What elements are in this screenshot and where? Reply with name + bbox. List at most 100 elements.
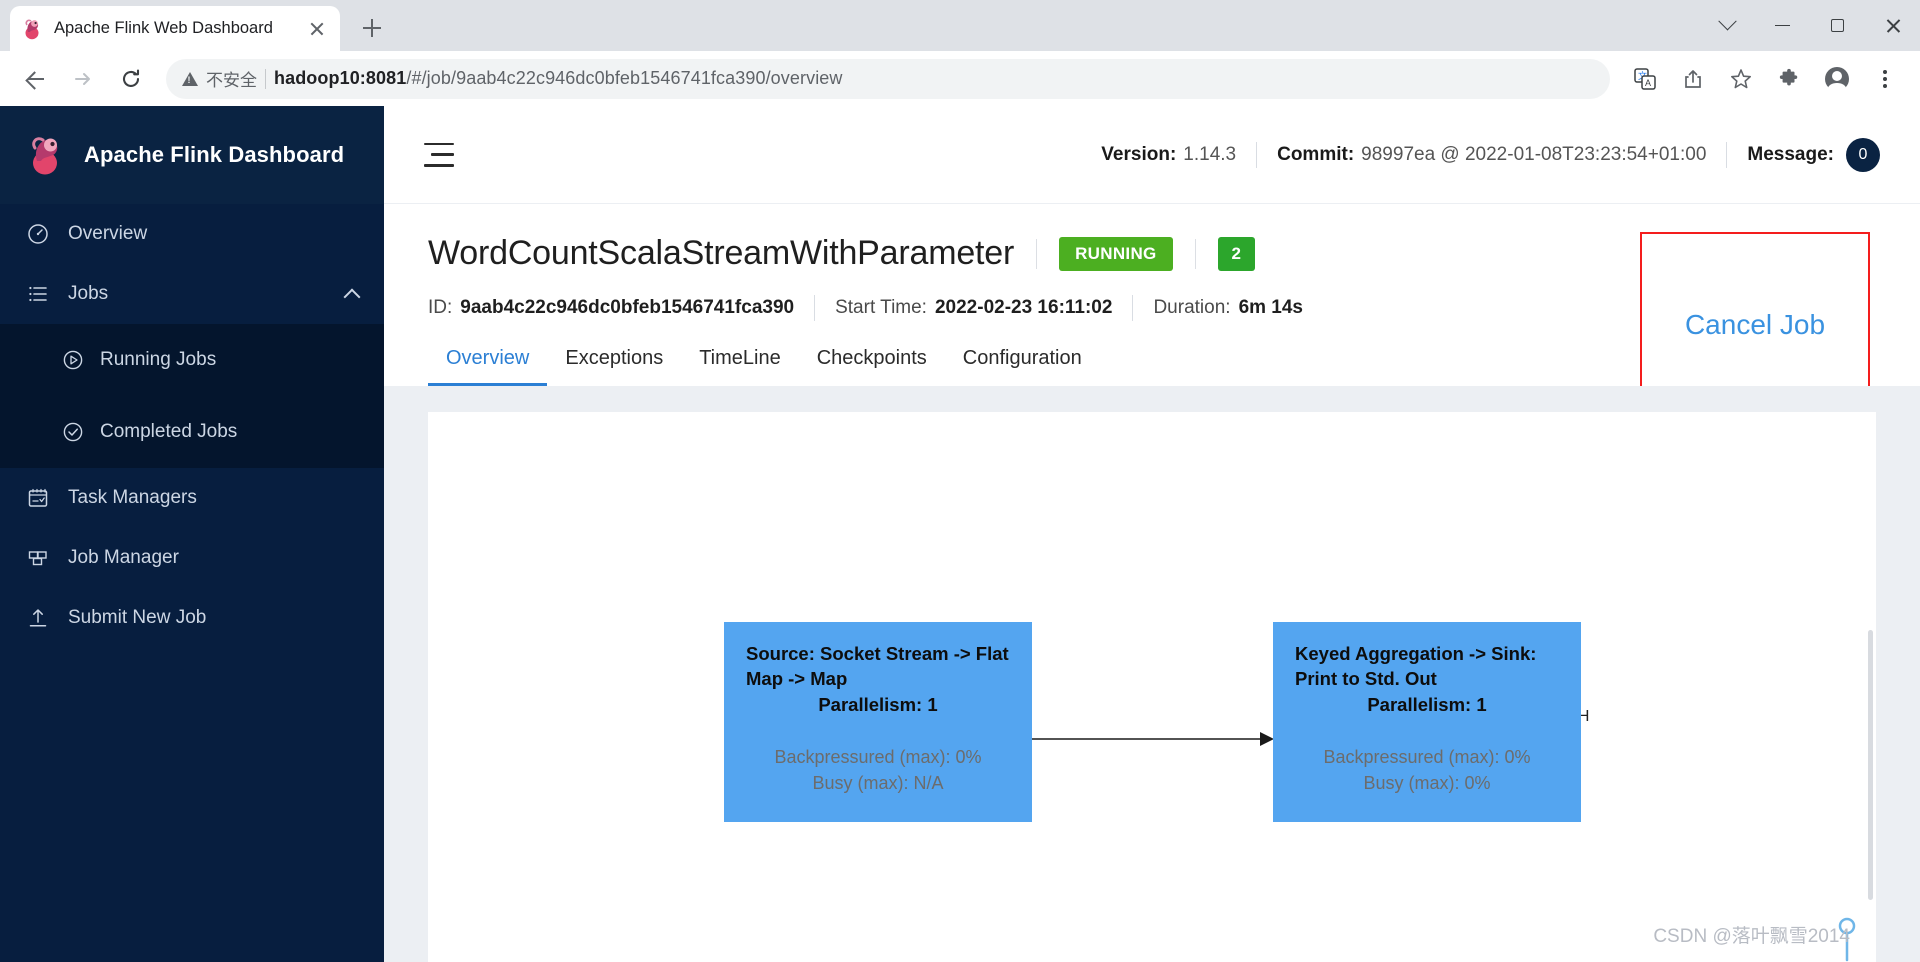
cancel-job-button[interactable]: Cancel Job <box>1685 309 1825 341</box>
translate-icon[interactable]: 文 A <box>1624 58 1666 100</box>
sidebar: Apache Flink Dashboard Overview Jobs Run… <box>0 106 384 962</box>
sidebar-item-running-jobs[interactable]: Running Jobs <box>0 324 384 396</box>
browser-toolbar: 不安全 hadoop10:8081/#/job/9aab4c22c946dc0b… <box>0 51 1920 106</box>
sidebar-item-label: Jobs <box>68 283 109 304</box>
graph-node[interactable]: Source: Socket Stream -> Flat Map -> Map… <box>724 622 1032 822</box>
new-tab-button[interactable] <box>352 8 392 48</box>
page-content: Apache Flink Dashboard Overview Jobs Run… <box>0 106 1920 962</box>
warning-triangle-icon <box>182 71 198 86</box>
sidebar-item-task-managers[interactable]: Task Managers <box>0 468 384 528</box>
message-label: Message: <box>1747 143 1834 165</box>
node-stats: Backpressured (max): 0% Busy (max): 0% <box>1295 744 1559 796</box>
calendar-check-icon <box>26 487 50 509</box>
start-time-value: 2022-02-23 16:11:02 <box>934 297 1113 318</box>
meta-divider <box>1132 295 1134 321</box>
chrome-menu-icon[interactable] <box>1864 58 1906 100</box>
sidebar-item-label: Submit New Job <box>68 607 207 628</box>
node-name: Source: Socket Stream -> Flat Map -> Map <box>746 643 1009 689</box>
bookmark-star-icon[interactable] <box>1720 58 1762 100</box>
back-arrow-icon[interactable] <box>14 58 56 100</box>
reload-icon[interactable] <box>110 58 152 100</box>
node-backpressure: Backpressured (max): 0% <box>1323 746 1531 767</box>
graph-node[interactable]: Keyed Aggregation -> Sink: Print to Std.… <box>1273 622 1581 822</box>
profile-avatar-icon[interactable] <box>1816 58 1858 100</box>
window-maximize-icon[interactable] <box>1810 0 1865 51</box>
node-busy: Busy (max): 0% <box>1363 773 1491 794</box>
graph-vertical-scrollbar[interactable] <box>1868 630 1873 900</box>
url-path: /#/job/9aab4c22c946dc0bfeb1546741fca390/… <box>406 68 843 88</box>
flink-squirrel-logo <box>26 134 68 176</box>
grid-blocks-icon <box>26 547 50 569</box>
commit-value: 98997ea @ 2022-01-08T23:23:54+01:00 <box>1361 143 1707 165</box>
status-badge: RUNNING <box>1059 236 1173 271</box>
sidebar-item-label: Overview <box>68 223 148 244</box>
job-header-panel: WordCountScalaStreamWithParameter RUNNIN… <box>384 204 1920 417</box>
window-minimize-icon[interactable] <box>1755 0 1810 51</box>
app-topbar: Version: 1.14.3 Commit: 98997ea @ 2022-0… <box>384 106 1920 204</box>
play-circle-icon <box>62 349 84 371</box>
meta-divider <box>814 295 816 321</box>
upload-icon <box>26 607 50 629</box>
security-status-label: 不安全 <box>206 71 257 90</box>
title-divider <box>1036 238 1038 269</box>
sidebar-item-completed-jobs[interactable]: Completed Jobs <box>0 396 384 468</box>
window-controls <box>1700 0 1920 51</box>
tab-overview[interactable]: Overview <box>428 347 548 386</box>
extensions-puzzle-icon[interactable] <box>1768 58 1810 100</box>
sidebar-subitem-label: Completed Jobs <box>100 421 238 442</box>
node-stats: Backpressured (max): 0% Busy (max): N/A <box>746 744 1010 796</box>
check-circle-icon <box>62 421 84 443</box>
forward-arrow-icon[interactable] <box>62 58 104 100</box>
url-text: hadoop10:8081/#/job/9aab4c22c946dc0bfeb1… <box>274 68 843 89</box>
chevron-up-icon[interactable] <box>343 288 361 306</box>
node-backpressure: Backpressured (max): 0% <box>774 746 982 767</box>
version-value: 1.14.3 <box>1183 143 1237 165</box>
title-divider <box>1194 238 1196 269</box>
job-id-value: 9aab4c22c946dc0bfeb1546741fca390 <box>460 297 795 318</box>
share-icon[interactable] <box>1672 58 1714 100</box>
browser-tabstrip: Apache Flink Web Dashboard <box>0 0 1920 51</box>
start-time-label: Start Time: <box>835 297 927 318</box>
tab-close-icon[interactable] <box>306 18 328 40</box>
tab-search-chevron-down-icon[interactable] <box>1700 0 1755 51</box>
graph-edge-arrow <box>1032 732 1274 746</box>
duration-label: Duration: <box>1153 297 1231 318</box>
sidebar-item-submit-new-job[interactable]: Submit New Job <box>0 588 384 648</box>
sidebar-brand-label: Apache Flink Dashboard <box>84 142 345 167</box>
watermark-text: CSDN @落叶飘雪2014 <box>1653 926 1850 947</box>
main-content: Version: 1.14.3 Commit: 98997ea @ 2022-0… <box>384 106 1920 962</box>
commit-label: Commit: <box>1277 143 1355 165</box>
tab-timeline[interactable]: TimeLine <box>681 347 799 386</box>
sidebar-brand[interactable]: Apache Flink Dashboard <box>0 106 384 204</box>
task-count-badge: 2 <box>1217 236 1256 271</box>
version-label: Version: <box>1101 143 1177 165</box>
node-parallelism: Parallelism: 1 <box>1367 693 1487 715</box>
url-host: hadoop10:8081 <box>274 68 407 88</box>
flink-squirrel-icon <box>22 18 44 40</box>
job-graph-area: Source: Socket Stream -> Flat Map -> Map… <box>384 386 1920 962</box>
page-title: WordCountScalaStreamWithParameter <box>428 234 1015 272</box>
hamburger-icon[interactable] <box>424 142 454 167</box>
dashboard-gauge-icon <box>26 223 50 245</box>
sidebar-item-job-manager[interactable]: Job Manager <box>0 528 384 588</box>
address-divider <box>265 68 266 89</box>
sidebar-subitem-label: Running Jobs <box>100 349 217 370</box>
browser-tab[interactable]: Apache Flink Web Dashboard <box>10 6 340 51</box>
job-id-label: ID: <box>428 297 453 318</box>
topbar-divider <box>1256 141 1258 168</box>
tab-exceptions[interactable]: Exceptions <box>547 347 681 386</box>
node-parallelism: Parallelism: 1 <box>818 693 938 715</box>
topbar-divider <box>1726 141 1728 168</box>
message-count-badge[interactable]: 0 <box>1846 137 1880 172</box>
tab-checkpoints[interactable]: Checkpoints <box>799 347 945 386</box>
sidebar-item-jobs[interactable]: Jobs <box>0 264 384 324</box>
node-busy: Busy (max): N/A <box>812 773 944 794</box>
tab-configuration[interactable]: Configuration <box>945 347 1100 386</box>
job-graph-canvas[interactable]: Source: Socket Stream -> Flat Map -> Map… <box>428 412 1876 962</box>
sidebar-item-label: Job Manager <box>68 547 179 568</box>
browser-window: Apache Flink Web Dashboard 不安全 <box>0 0 1920 962</box>
sidebar-item-overview[interactable]: Overview <box>0 204 384 264</box>
window-close-icon[interactable] <box>1865 0 1920 51</box>
address-bar[interactable]: 不安全 hadoop10:8081/#/job/9aab4c22c946dc0b… <box>166 58 1610 99</box>
node-name: Keyed Aggregation -> Sink: Print to Std.… <box>1295 643 1537 689</box>
